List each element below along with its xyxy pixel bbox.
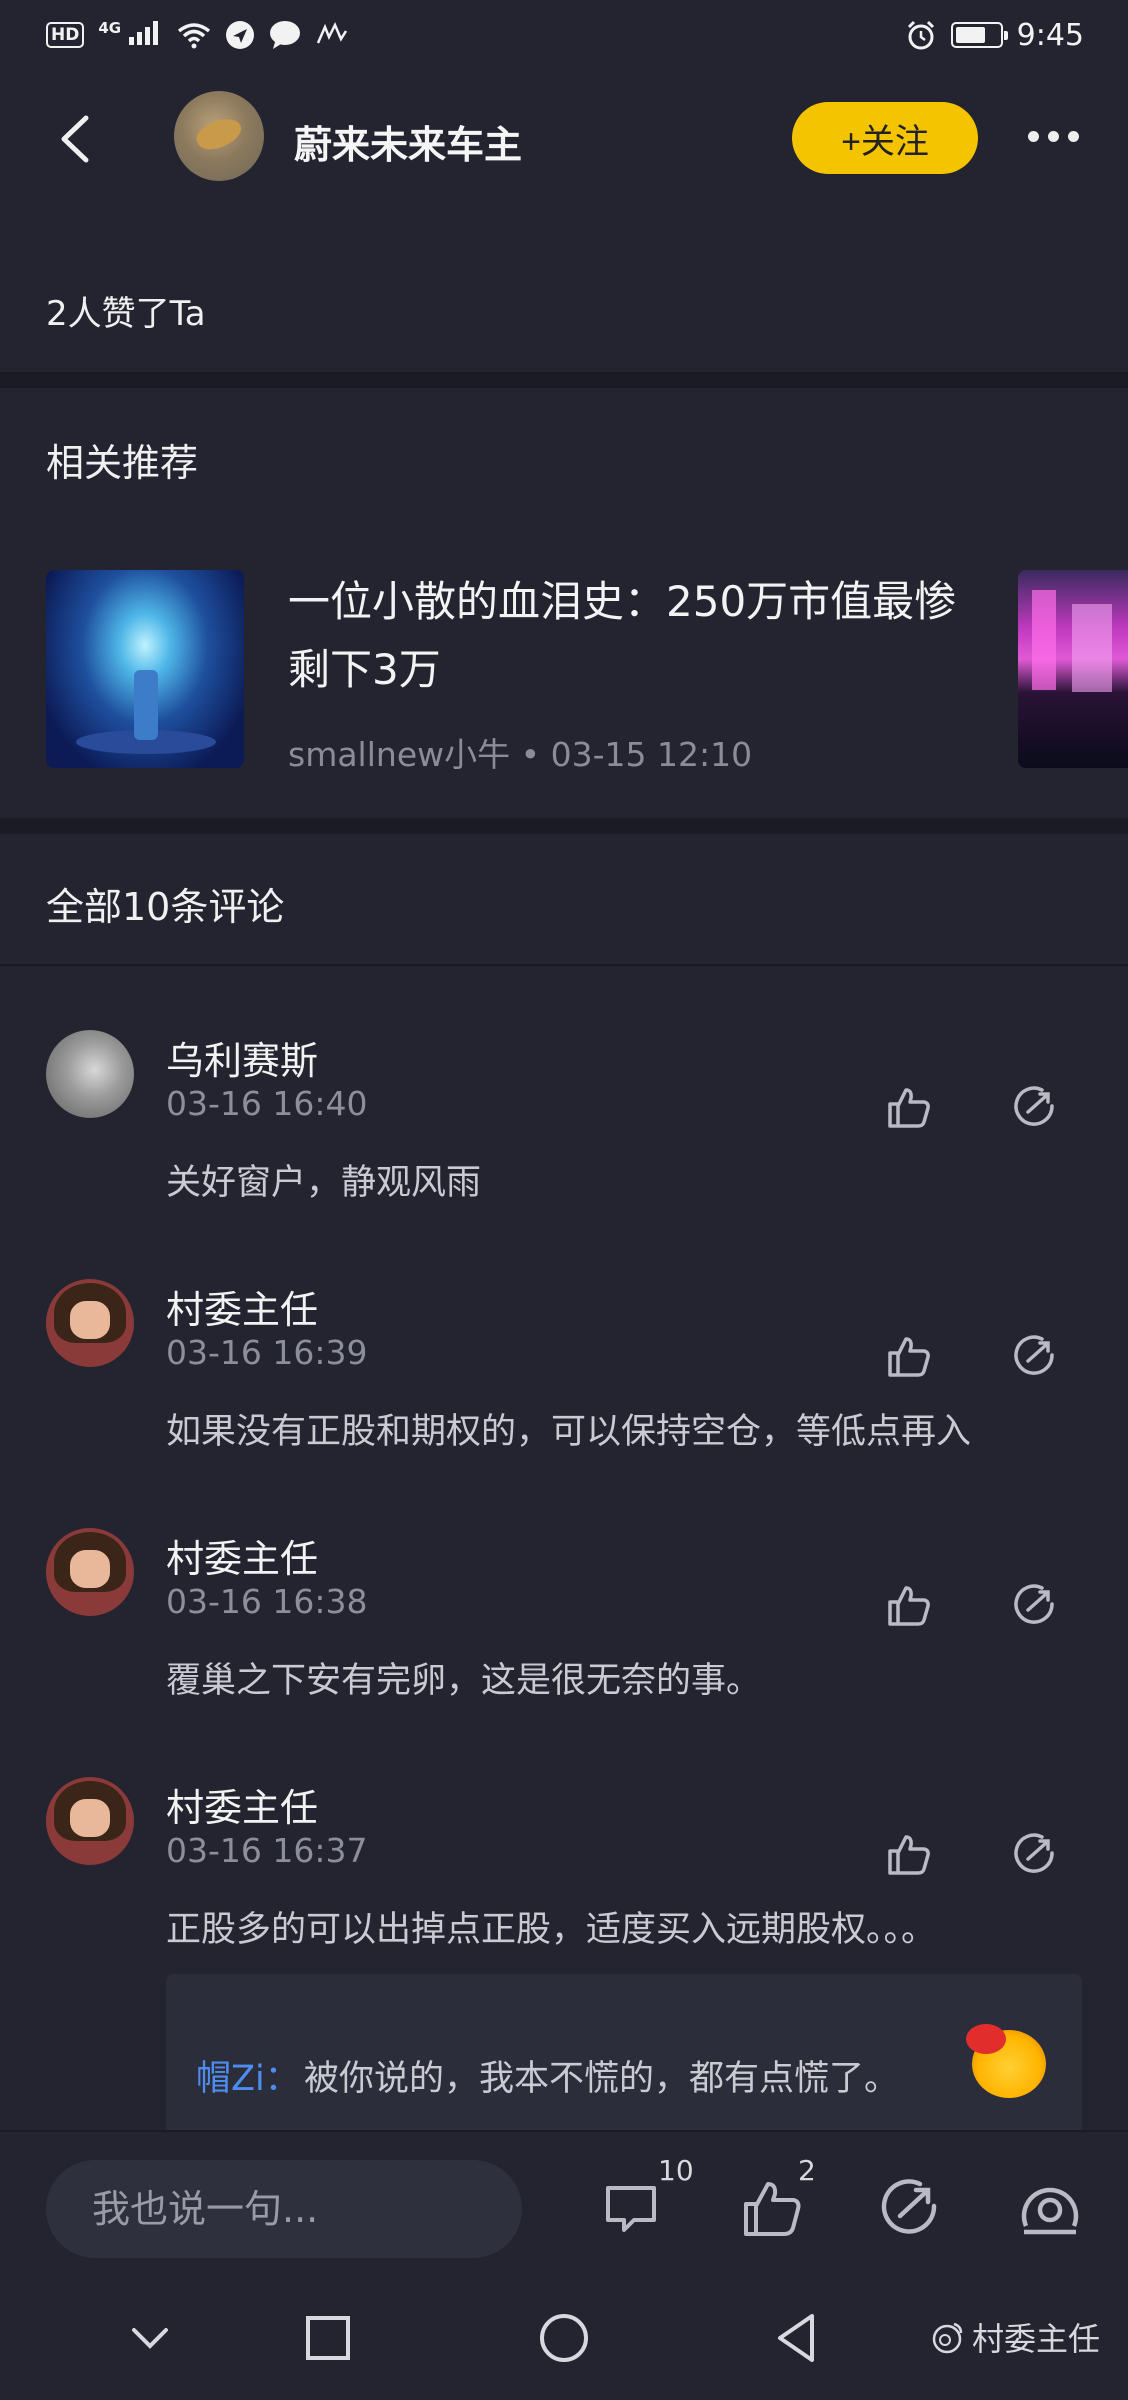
comment-input[interactable] [46,2160,522,2258]
follow-button[interactable]: +关注 [792,102,978,174]
section-separator [0,372,1128,388]
system-nav-bar: 村委主任 [0,2280,1128,2400]
comment-text[interactable]: 如果没有正股和期权的，可以保持空仓，等低点再入 [166,1403,971,1454]
commenter-avatar[interactable] [46,1279,134,1367]
app-notification-icon [317,22,348,44]
share-icon[interactable] [1012,1084,1058,1130]
status-right: 9:45 [905,18,1084,53]
weibo-logo-icon [932,2322,963,2354]
comment-text[interactable]: 正股多的可以出掉点正股，适度买入远期股权。。。 [166,1901,936,1952]
author-avatar[interactable] [174,91,264,181]
related-time: 03-15 12:10 [550,735,753,774]
hd-indicator: HD [46,22,85,48]
alarm-icon [907,20,934,50]
comment-time: 03-16 16:39 [166,1333,368,1372]
comment-time: 03-16 16:38 [166,1582,368,1621]
comment-count: 10 [658,2154,694,2187]
wifi-icon [178,23,211,49]
status-bar: HD 4G 9:45 [0,0,1128,70]
clock: 9:45 [1016,17,1084,53]
divider [0,964,1128,966]
comment-text[interactable]: 覆巢之下安有完卵，这是很无奈的事。 [166,1652,761,1703]
home-circle-icon[interactable] [534,2308,594,2368]
thumbs-up-icon[interactable] [886,1582,932,1628]
more-icon[interactable] [1028,124,1084,148]
battery-icon [950,22,1008,48]
favorite-icon[interactable] [1018,2176,1082,2240]
commenter-name[interactable]: 村委主任 [166,1528,318,1583]
profile-header: 蔚来未来车主 +关注 [0,88,1128,188]
watermark: 村委主任 [930,2314,1100,2360]
commenter-avatar[interactable] [46,1777,134,1865]
watermark-text: 村委主任 [972,2320,1101,2358]
message-bubble-icon [270,21,301,49]
status-left: HD 4G [46,19,349,52]
meta-separator: • [520,735,541,774]
commenter-avatar[interactable] [46,1528,134,1616]
back-icon[interactable] [52,112,102,166]
share-icon[interactable] [1012,1831,1058,1877]
thumbs-up-icon[interactable] [740,2176,804,2240]
related-article-meta: smallnew小牛 • 03-15 12:10 [288,728,752,776]
commenter-avatar[interactable] [46,1030,134,1118]
reply-text: 被你说的，我本不慌的，都有点慌了。 [304,2059,900,2099]
recents-square-icon[interactable] [298,2308,358,2368]
comment-time: 03-16 16:37 [166,1831,368,1870]
thumbs-up-icon[interactable] [886,1831,932,1877]
share-icon[interactable] [1012,1582,1058,1628]
battery-level [955,27,986,43]
comment-text[interactable]: 关好窗户，静观风雨 [166,1154,481,1205]
commenter-name[interactable]: 村委主任 [166,1279,318,1334]
related-thumbnail[interactable] [46,570,244,768]
emoji-sticker-icon [966,2024,1046,2098]
related-thumbnail-next[interactable] [1018,570,1128,768]
commenter-name[interactable]: 乌利赛斯 [166,1030,318,1085]
section-separator [0,818,1128,834]
comment-icon[interactable] [600,2176,664,2240]
related-article-title[interactable]: 一位小散的血泪史：250万市值最惨剩下3万 [288,568,968,704]
thumbs-up-icon[interactable] [886,1333,932,1379]
likes-summary[interactable]: 2人赞了Ta [46,286,206,335]
chevron-down-icon[interactable] [120,2308,180,2368]
thumbs-up-icon[interactable] [886,1084,932,1130]
comment-time: 03-16 16:40 [166,1084,368,1123]
reply-box[interactable]: 帽Zi： 被你说的，我本不慌的，都有点慌了。 [166,1974,1082,2134]
back-triangle-icon[interactable] [768,2308,828,2368]
commenter-name[interactable]: 村委主任 [166,1777,318,1832]
location-arrow-icon [226,21,255,49]
comments-section-title: 全部10条评论 [46,885,285,929]
share-icon[interactable] [1012,1333,1058,1379]
share-icon[interactable] [878,2176,942,2240]
bottom-action-bar: 10 2 [0,2130,1128,2280]
related-section-title: 相关推荐 [46,441,199,485]
author-name[interactable]: 蔚来未来车主 [294,114,522,169]
like-count: 2 [798,2154,816,2187]
related-author: smallnew小牛 [288,735,511,774]
signal-icon: 4G [98,19,163,52]
reply-user[interactable]: 帽Zi： [196,2050,300,2101]
